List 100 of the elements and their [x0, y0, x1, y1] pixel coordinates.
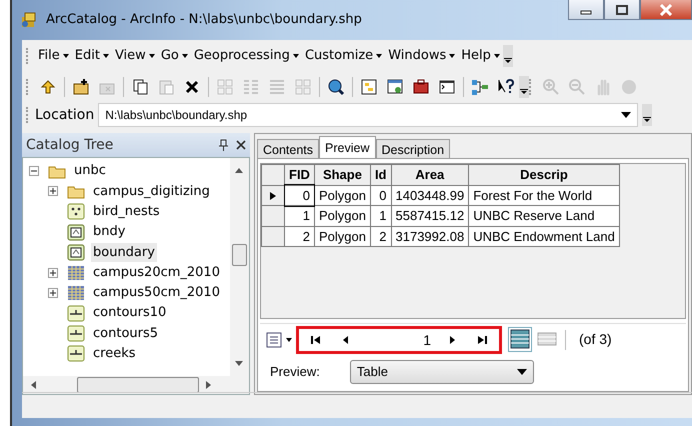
zoom-out-icon [568, 78, 586, 96]
close-button[interactable] [640, 0, 692, 20]
tab[interactable]: Contents [257, 139, 320, 158]
column-header[interactable]: Descrip [468, 164, 620, 185]
table-cell: 1403448.99 [391, 185, 469, 206]
up-arrow-icon [39, 78, 57, 96]
app-icon [20, 11, 38, 29]
table-cell: Polygon [314, 185, 370, 206]
paste-icon [157, 78, 175, 96]
table-cell: 0 [284, 185, 314, 206]
plus-icon [49, 288, 57, 297]
tree-item[interactable]: bndy [91, 222, 128, 242]
column-header[interactable]: FID [284, 164, 314, 185]
tree-item[interactable]: bird_nests [91, 202, 162, 222]
table-cell: Forest For the World [468, 185, 620, 206]
table-cell: UNBC Reserve Land [468, 206, 620, 226]
tree-item[interactable]: creeks [91, 344, 138, 364]
tree-item[interactable]: boundary [91, 242, 157, 262]
close-icon[interactable] [236, 140, 246, 150]
tree-item[interactable]: contours5 [91, 324, 160, 344]
command-window-icon [438, 78, 456, 96]
model-icon [471, 78, 489, 96]
record-count: (of 3) [579, 330, 612, 349]
polygon-layer-icon [67, 224, 85, 241]
horizontal-scrollbar[interactable] [23, 376, 249, 394]
table-rows-icon [537, 332, 557, 346]
pin-icon[interactable] [218, 139, 228, 151]
copy-icon [131, 78, 149, 96]
chevron-icon [643, 117, 651, 123]
column-header[interactable]: Area [391, 164, 469, 185]
scrollbar-thumb[interactable] [232, 244, 247, 266]
table-cell: UNBC Endowment Land [468, 226, 620, 246]
menu-item[interactable]: Geoprocessing [190, 44, 302, 68]
table-cell: 1 [370, 206, 391, 226]
current-row-icon [270, 192, 276, 200]
close-icon [659, 4, 673, 16]
plus-icon [49, 268, 57, 277]
menu-item[interactable]: Go [158, 44, 191, 68]
expand-toggle[interactable] [48, 288, 58, 298]
table-cell: 5587415.12 [391, 206, 469, 226]
table-options-button[interactable] [266, 332, 292, 348]
row-selector[interactable] [262, 185, 284, 206]
chevron-icon [504, 58, 512, 64]
details-icon [268, 78, 286, 96]
tab[interactable]: Description [376, 139, 450, 158]
zoom-in-icon [542, 78, 560, 96]
tree-item[interactable]: campus20cm_2010 [91, 262, 222, 282]
table-cell: Polygon [314, 206, 370, 226]
dropdown-arrow-icon [621, 112, 631, 118]
expand-toggle[interactable] [48, 268, 58, 278]
menu-item[interactable]: Edit [72, 44, 112, 68]
show-all-records-button[interactable] [508, 327, 532, 352]
toolbar-options-button[interactable] [502, 45, 513, 67]
menu-item[interactable]: Windows [385, 44, 458, 68]
next-record-icon [447, 334, 457, 344]
scroll-down-icon[interactable] [235, 361, 243, 366]
tree-item[interactable]: campus50cm_2010 [91, 283, 222, 303]
table-cell: 3173992.08 [391, 226, 469, 246]
dropdown-arrow-icon [516, 369, 527, 375]
large-icons-icon [216, 78, 234, 96]
location-label: Location [35, 106, 94, 124]
toolbar-options-button[interactable] [519, 76, 529, 98]
menu-item[interactable]: Customize [302, 44, 386, 68]
tree-item[interactable]: campus_digitizing [91, 182, 212, 202]
first-record-icon [311, 334, 321, 344]
maximize-button[interactable] [604, 0, 640, 20]
expand-toggle[interactable] [48, 186, 58, 196]
table-cell: 2 [284, 226, 314, 246]
column-header[interactable]: Shape [314, 164, 370, 185]
table-options-icon [266, 332, 282, 348]
catalog-icon [360, 78, 378, 96]
scroll-right-icon[interactable] [206, 381, 211, 389]
raster-layer-icon [67, 264, 85, 282]
list-icon [242, 78, 260, 96]
tab[interactable]: Preview [319, 136, 376, 158]
minimize-button[interactable] [568, 0, 604, 20]
scrollbar-thumb[interactable] [77, 377, 199, 393]
line-layer-icon [67, 345, 85, 362]
menu-item[interactable]: View [112, 44, 158, 68]
point-layer-icon [67, 203, 85, 220]
collapse-toggle[interactable] [29, 166, 39, 176]
caret-icon [286, 338, 292, 342]
table-cell: Polygon [314, 226, 370, 246]
line-layer-icon [67, 304, 85, 322]
table-rows-icon [510, 329, 530, 350]
location-field[interactable]: N:\labs\unbc\boundary.shp [98, 103, 638, 127]
tree-item[interactable]: contours10 [91, 303, 168, 323]
vertical-scrollbar[interactable] [230, 158, 249, 376]
preview-dropdown[interactable]: Table [350, 360, 534, 384]
tree-item[interactable]: unbc [72, 161, 108, 181]
plus-icon [49, 187, 57, 196]
toolbar-options-button[interactable] [642, 104, 652, 126]
table-cell: 0 [370, 185, 391, 206]
scroll-left-icon[interactable] [31, 381, 36, 389]
polygon-layer-icon [67, 244, 85, 261]
help-pointer-icon [497, 78, 515, 96]
menu-item[interactable]: File [35, 44, 72, 68]
preview-label: Preview: [270, 363, 320, 382]
scroll-up-icon[interactable] [235, 168, 243, 173]
column-header[interactable]: Id [370, 164, 391, 185]
